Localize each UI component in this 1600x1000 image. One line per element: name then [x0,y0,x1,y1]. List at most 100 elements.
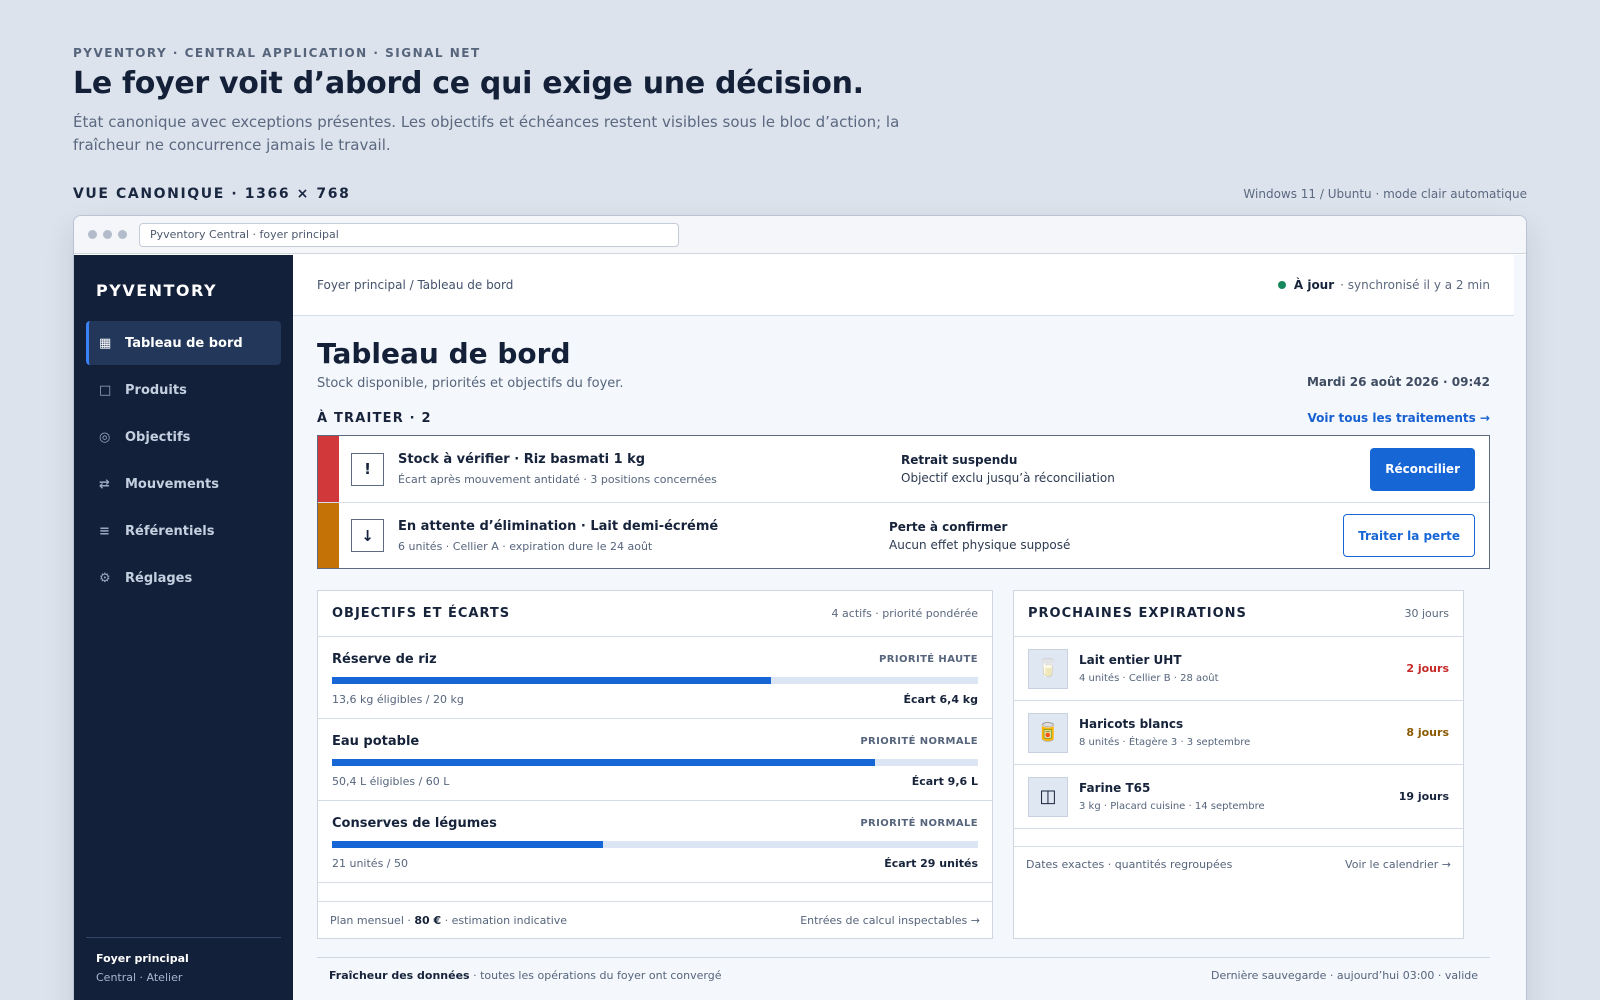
intro-eyebrow: PYVENTORY · CENTRAL APPLICATION · SIGNAL… [73,46,481,60]
page-subtitle: Stock disponible, priorités et objectifs… [317,376,624,391]
brand-logo[interactable]: PYVENTORY [74,255,293,321]
household-switcher[interactable]: Foyer principal Central · Atelier [86,937,281,984]
goal-gap: Écart 29 unités [884,857,978,870]
status-label: À jour [1293,278,1335,292]
gear-icon: ⚙ [99,570,111,586]
monthly-plan-suffix: · estimation indicative [444,913,568,927]
intro-headline: Le foyer voit d’abord ce qui exige une d… [73,66,864,101]
freshness-status: Fraîcheur des données · toutes les opéra… [329,969,722,982]
breadcrumb[interactable]: Foyer principal / Tableau de bord [317,278,513,292]
todo-item-desc: 6 unités · Cellier A · expiration dure l… [398,539,653,553]
milk-icon: 🥛 [1028,648,1068,689]
expirations-footer: Dates exactes · quantités regroupées Voi… [1014,846,1463,882]
todo-header: À TRAITER · 2 Voir tous les traitements … [317,410,1490,426]
reconcile-button[interactable]: Réconcilier [1370,447,1475,491]
last-backup: Dernière sauvegarde · aujourd’hui 03:00 … [1211,969,1478,982]
goal-progress-fill [332,759,875,766]
sidebar: PYVENTORY ▦ Tableau de bord □ Produits ◎… [74,255,293,1000]
goal-progress-fill [332,677,772,684]
goal-priority: PRIORITÉ NORMALE [860,736,978,747]
expiration-row[interactable]: 🥛 Lait entier UHT 4 unités · Cellier B ·… [1014,637,1463,701]
address-bar[interactable]: Pyventory Central · foyer principal [139,222,679,247]
sidebar-item-settings[interactable]: ⚙ Réglages [86,556,281,600]
main-area: Foyer principal / Tableau de bord À jour… [293,255,1526,1000]
view-all-link[interactable]: Voir tous les traitements → [1307,411,1490,425]
goal-row[interactable]: Réserve de riz PRIORITÉ HAUTE 13,6 kg él… [318,637,992,719]
window-dot-icon[interactable] [88,230,97,239]
sidebar-item-dashboard[interactable]: ▦ Tableau de bord [86,321,281,365]
todo-item-effect: Perte à confirmer Aucun effet physique s… [889,520,1070,552]
sidebar-item-label: Objectifs [125,429,191,445]
goal-row[interactable]: Conserves de légumes PRIORITÉ NORMALE 21… [318,801,992,883]
calendar-link[interactable]: Voir le calendrier → [1345,858,1451,871]
sidebar-item-movements[interactable]: ⇄ Mouvements [86,462,281,506]
severity-stripe [318,503,339,568]
expirations-card-header: PROCHAINES EXPIRATIONS 30 jours [1014,591,1463,637]
expirations-meta: 30 jours [1404,607,1449,620]
todo-list: ! Stock à vérifier · Riz basmati 1 kg Éc… [317,435,1490,569]
sidebar-item-label: Tableau de bord [125,335,243,351]
cards-row: OBJECTIFS ET ÉCARTS 4 actifs · priorité … [317,590,1490,939]
page-date: Mardi 26 août 2026 · 09:42 [1306,375,1490,389]
status-dot-icon [1277,281,1286,289]
freshness-label: Fraîcheur des données [329,969,470,982]
todo-item-title: Stock à vérifier · Riz basmati 1 kg [398,452,646,467]
window-dot-icon[interactable] [103,230,112,239]
goal-row[interactable]: Eau potable PRIORITÉ NORMALE 50,4 L élig… [318,719,992,801]
sidebar-item-label: Référentiels [125,523,215,539]
expiration-desc: 8 unités · Étagère 3 · 3 septembre [1079,737,1251,748]
household-sites: Central · Atelier [96,971,183,984]
goals-card: OBJECTIFS ET ÉCARTS 4 actifs · priorité … [317,590,993,939]
todo-item: ! Stock à vérifier · Riz basmati 1 kg Éc… [318,436,1489,502]
expiration-days: 2 jours [1406,662,1449,675]
todo-item-desc: Écart après mouvement antidaté · 3 posit… [398,473,717,486]
sidebar-item-label: Mouvements [125,476,219,492]
app-body: PYVENTORY ▦ Tableau de bord □ Produits ◎… [74,255,1526,1000]
expiration-desc: 3 kg · Placard cuisine · 14 septembre [1079,801,1265,812]
arrow-down-icon: ↓ [351,519,384,552]
todo-item: ↓ En attente d’élimination · Lait demi-é… [318,502,1489,568]
sidebar-item-goals[interactable]: ◎ Objectifs [86,415,281,459]
goal-gap: Écart 9,6 L [911,775,978,788]
view-label: VUE CANONIQUE · 1366 × 768 [73,186,351,202]
effect-desc: Objectif exclu jusqu’à réconciliation [901,471,1115,485]
freshness-text: · toutes les opérations du foyer ont con… [473,969,722,982]
todo-item-effect: Retrait suspendu Objectif exclu jusqu’à … [901,453,1115,485]
expiration-days: 19 jours [1398,790,1449,803]
handle-loss-button[interactable]: Traiter la perte [1343,514,1475,557]
sidebar-item-label: Produits [125,382,187,398]
expiration-row[interactable]: 🥫 Haricots blancs 8 unités · Étagère 3 ·… [1014,701,1463,765]
window-chrome: Pyventory Central · foyer principal [74,216,1526,254]
alert-icon: ! [351,452,384,486]
expiration-name: Farine T65 [1079,781,1151,795]
page-header: Tableau de bord Stock disponible, priori… [317,337,1490,391]
goal-quantity: 50,4 L éligibles / 60 L [332,775,450,788]
effect-desc: Aucun effet physique supposé [889,538,1071,552]
grid-icon: ▦ [99,335,112,351]
goal-progress-track [332,841,978,848]
dashboard-content: Tableau de bord Stock disponible, priori… [293,337,1514,982]
expiration-desc: 4 unités · Cellier B · 28 août [1079,673,1219,684]
app-window: Pyventory Central · foyer principal PYVE… [73,215,1527,1000]
goals-footer: Plan mensuel · 80 € · estimation indicat… [318,901,992,938]
view-bar: VUE CANONIQUE · 1366 × 768 Windows 11 / … [73,186,1527,202]
sync-time: · synchronisé il y a 2 min [1340,278,1490,292]
window-dot-icon[interactable] [118,230,127,239]
sidebar-item-references[interactable]: ≡ Référentiels [86,509,281,553]
expiration-row[interactable]: ◫ Farine T65 3 kg · Placard cuisine · 14… [1014,765,1463,829]
goal-quantity: 13,6 kg éligibles / 20 kg [332,693,464,706]
goal-progress-track [332,677,978,684]
goals-title: OBJECTIFS ET ÉCARTS [332,606,511,621]
todo-title: À TRAITER · 2 [317,410,432,426]
expirations-title: PROCHAINES EXPIRATIONS [1028,606,1247,621]
expiration-name: Lait entier UHT [1079,653,1182,667]
goal-name: Conserves de légumes [332,816,497,831]
intro: PYVENTORY · CENTRAL APPLICATION · SIGNAL… [73,46,1527,157]
expiration-name: Haricots blancs [1079,717,1184,731]
inspect-inputs-link[interactable]: Entrées de calcul inspectables → [800,914,980,927]
box-icon: □ [99,382,112,398]
sidebar-item-products[interactable]: □ Produits [86,368,281,412]
severity-stripe [318,436,339,502]
effect-title: Retrait suspendu [901,453,1018,467]
sidebar-nav: ▦ Tableau de bord □ Produits ◎ Objectifs… [74,321,293,600]
